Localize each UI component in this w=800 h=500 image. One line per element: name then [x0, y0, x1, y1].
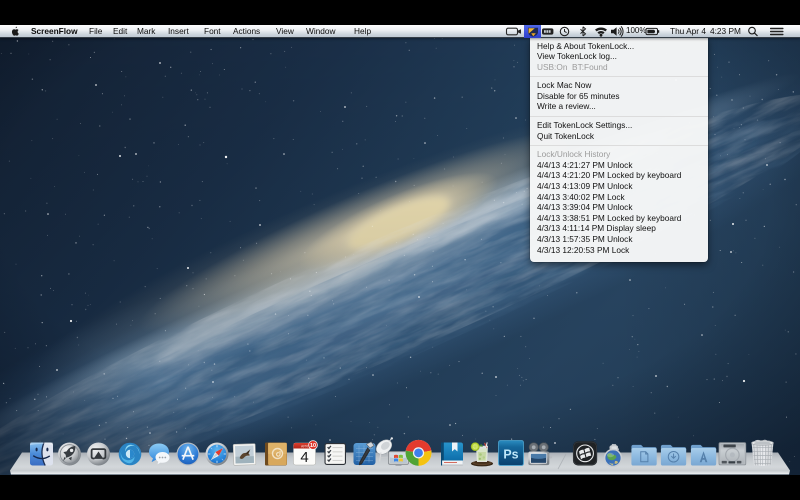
svg-text:10: 10 [310, 443, 316, 449]
svg-text:4: 4 [300, 449, 308, 466]
svg-text:APR: APR [301, 444, 309, 448]
svg-text:Ps: Ps [503, 448, 518, 462]
